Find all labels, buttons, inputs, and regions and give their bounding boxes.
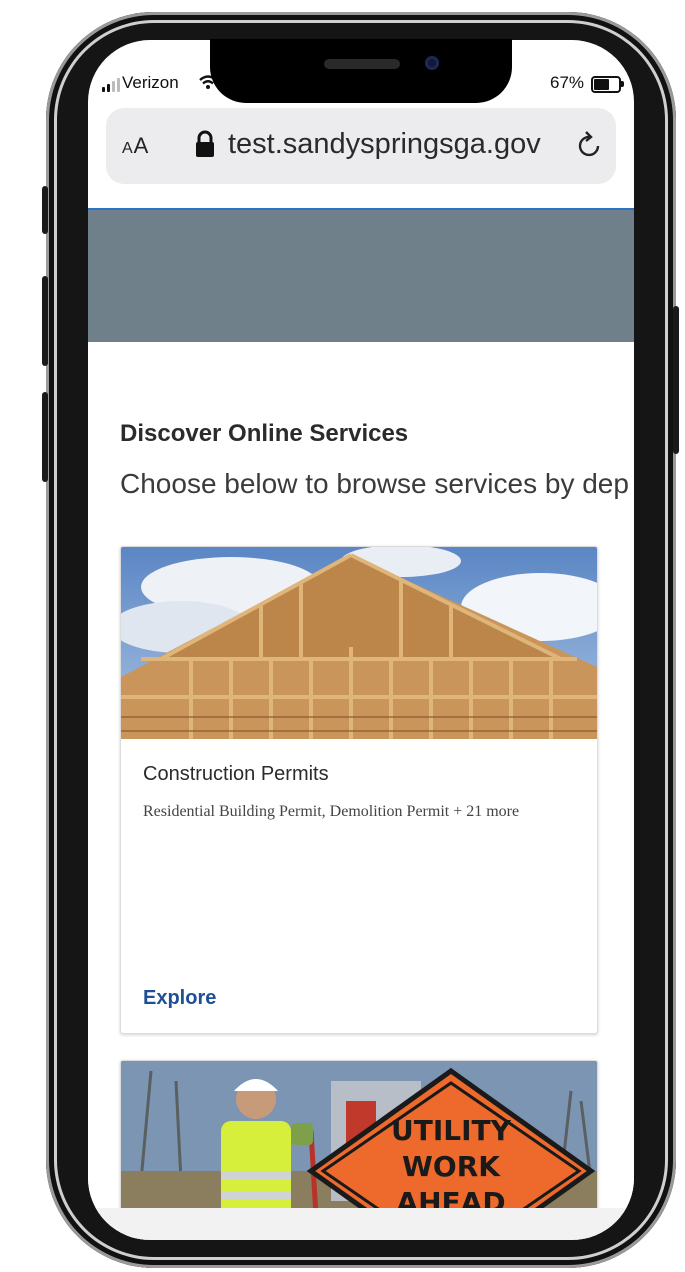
battery-tip [621, 81, 624, 87]
reload-icon[interactable] [576, 130, 604, 160]
sign-line-2: WORK [402, 1150, 500, 1183]
service-card-construction-permits[interactable]: Construction Permits Residential Buildin… [120, 546, 598, 1034]
card-description: Residential Building Permit, Demolition … [143, 803, 520, 820]
battery-level-fill [594, 79, 609, 90]
address-bar[interactable]: AA test.sandyspringsga.gov [106, 108, 616, 184]
bottom-toolbar [88, 1208, 634, 1240]
text-size-button[interactable]: AA [122, 133, 149, 159]
url-text[interactable]: test.sandyspringsga.gov [228, 128, 541, 161]
utility-sign-text: UTILITY WORK AHEAD [351, 1113, 551, 1221]
web-content: Discover Online Services Choose below to… [88, 208, 634, 1240]
section-title: Discover Online Services [120, 420, 409, 447]
phone-notch [210, 39, 512, 103]
battery-icon [591, 76, 621, 93]
silent-switch [42, 186, 48, 234]
section-subtitle: Choose below to browse services by dep [120, 468, 629, 499]
volume-down-button [42, 392, 48, 482]
battery-percentage: 67% [550, 73, 585, 92]
power-button [673, 306, 679, 454]
volume-up-button [42, 276, 48, 366]
lock-icon [196, 130, 214, 157]
house-framing-photo [121, 547, 597, 739]
phone-screen: Verizon 67% AA test.sandyspringsga.gov D… [88, 40, 634, 1240]
explore-link[interactable]: Explore [143, 987, 216, 1010]
signal-strength-icon [102, 78, 120, 92]
carrier-name: Verizon [122, 73, 179, 92]
earpiece-speaker [324, 59, 400, 69]
card-title[interactable]: Construction Permits [143, 763, 329, 786]
front-camera [425, 56, 439, 70]
sign-line-1: UTILITY [391, 1114, 511, 1147]
hero-banner [88, 210, 634, 342]
